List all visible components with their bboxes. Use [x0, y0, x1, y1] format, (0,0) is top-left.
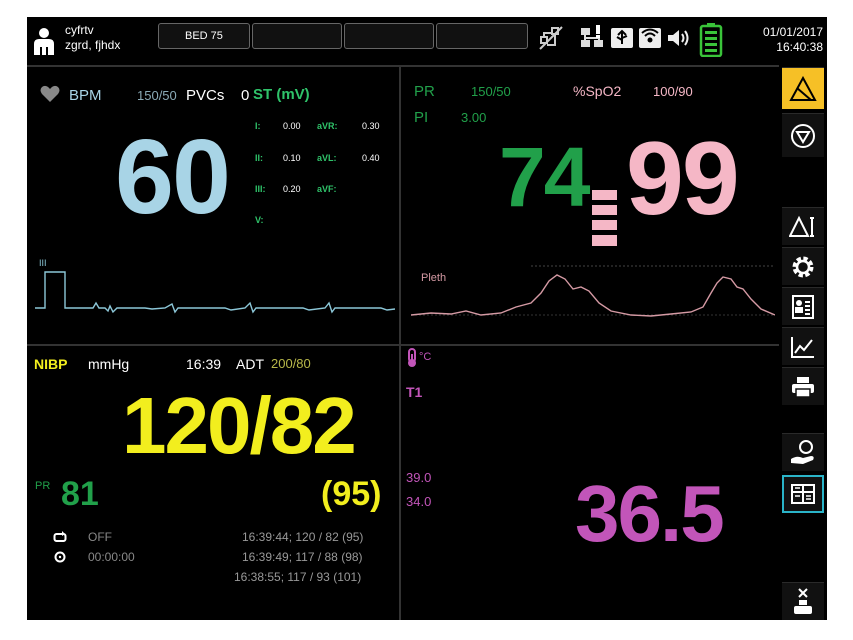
patient-name[interactable]: cyfrtv zgrd, fjhdx — [65, 23, 120, 53]
usb-icon — [611, 28, 633, 48]
battery-icon — [699, 23, 723, 57]
temp-lower-limit: 34.0 — [406, 494, 432, 509]
review-button[interactable] — [782, 433, 824, 471]
st-lead-iii: III: — [255, 184, 266, 194]
print-button[interactable] — [782, 367, 824, 405]
patient-info-button[interactable] — [782, 287, 824, 325]
standby-icon — [794, 587, 812, 614]
top-bar: cyfrtv zgrd, fjhdx BED 75 01/01/2017 16:… — [27, 17, 827, 65]
nibp-unit: mmHg — [88, 356, 130, 372]
trends-button[interactable] — [782, 327, 824, 365]
spo2-label: %SpO2 — [573, 83, 622, 99]
bed-tab-1[interactable]: BED 75 — [158, 23, 250, 49]
spo2-panel[interactable]: PR 150/50 %SpO2 100/90 PI 3.00 74 99 Ple… — [401, 67, 778, 344]
silence-icon — [791, 123, 815, 148]
alarm-setup-icon — [789, 215, 814, 237]
bpm-label: BPM — [69, 87, 102, 104]
nibp-time: 16:39 — [186, 356, 222, 372]
nibp-history-2: 16:39:49; 117 / 88 (98) — [242, 550, 363, 564]
perfusion-bar-icon — [592, 190, 617, 246]
cycle-icon — [53, 531, 67, 542]
network-alert-icon — [581, 25, 603, 47]
alarm-setup-button[interactable] — [782, 207, 824, 245]
st-value-ii: 0.10 — [283, 153, 301, 163]
settings-gear-icon — [792, 256, 814, 277]
review-hand-icon — [791, 439, 814, 464]
network-disconnected-icon — [539, 26, 563, 50]
hr-alarm-limits: 150/50 — [137, 88, 177, 103]
date-time: 01/01/2017 16:40:38 — [763, 25, 823, 55]
cycle-status: OFF — [88, 530, 112, 544]
st-header: ST (mV) — [253, 86, 310, 103]
st-value-avr: 0.30 — [362, 121, 380, 131]
time-text: 16:40:38 — [776, 40, 823, 54]
wireless-icon — [639, 28, 661, 48]
ecg-waveform — [35, 271, 395, 314]
st-value-avl: 0.40 — [362, 153, 380, 163]
timer-icon — [54, 551, 66, 563]
temp-upper-limit: 39.0 — [406, 470, 432, 485]
st-lead-avr: aVR: — [317, 121, 338, 131]
temperature-panel[interactable]: °C T1 39.0 34.0 36.5 — [401, 346, 778, 620]
st-lead-v: V: — [255, 215, 264, 225]
spo2-value: 99 — [626, 121, 740, 237]
alarm-button[interactable] — [782, 67, 824, 109]
nibp-history-1: 16:39:44; 120 / 82 (95) — [242, 530, 364, 544]
nibp-history-3: 16:38:55; 117 / 93 (101) — [234, 570, 362, 584]
st-lead-i: I: — [255, 121, 261, 131]
patient-info-icon — [792, 294, 814, 319]
alarm-bell-icon — [789, 75, 817, 101]
adt-label: ADT — [236, 356, 264, 372]
printer-icon — [792, 376, 814, 398]
pr-label: PR — [414, 83, 435, 100]
screen-layout-button[interactable] — [782, 475, 824, 513]
st-lead-avl: aVL: — [317, 153, 337, 163]
ecg-panel[interactable]: BPM 150/50 PVCs 0 ST (mV) 60 I: 0.00 aVR… — [27, 67, 399, 344]
st-lead-ii: II: — [255, 153, 263, 163]
date-text: 01/01/2017 — [762, 25, 823, 39]
pr-alarm-limits: 150/50 — [471, 84, 511, 99]
nibp-value: 120/82 — [122, 381, 357, 470]
st-value-i: 0.00 — [283, 121, 301, 131]
trends-chart-icon — [791, 336, 814, 358]
nibp-pr-value: 81 — [61, 475, 99, 513]
pi-value: 3.00 — [461, 110, 487, 125]
pulse-rate-value: 74 — [499, 130, 590, 224]
pvcs-value: 0 — [241, 87, 250, 104]
bed-tab-3[interactable] — [344, 23, 434, 49]
nibp-label: NIBP — [34, 356, 68, 372]
patient-name-line1: cyfrtv — [65, 23, 94, 37]
timer-value: 00:00:00 — [88, 550, 135, 564]
nibp-mean-value: (95) — [321, 475, 382, 513]
thermometer-icon — [408, 348, 416, 367]
monitor-screen: cyfrtv zgrd, fjhdx BED 75 01/01/2017 16:… — [27, 17, 827, 620]
standby-button[interactable] — [782, 582, 824, 620]
bed-tab-4[interactable] — [436, 23, 528, 49]
adt-value: 200/80 — [271, 356, 311, 371]
settings-button[interactable] — [782, 247, 824, 285]
nibp-pr-label: PR — [35, 480, 51, 492]
layout-screen-icon — [791, 484, 815, 504]
spo2-alarm-limits: 100/90 — [653, 84, 693, 99]
pleth-waveform — [411, 265, 775, 317]
sidebar — [780, 67, 827, 620]
bed-tab-2[interactable] — [252, 23, 342, 49]
heart-icon — [40, 85, 60, 102]
pvcs-label: PVCs — [186, 87, 225, 104]
patient-icon[interactable] — [33, 27, 55, 55]
pi-label: PI — [414, 109, 429, 126]
st-lead-avf: aVF: — [317, 184, 337, 194]
temp-unit: °C — [419, 351, 432, 363]
temp-channel: T1 — [406, 384, 423, 400]
heart-rate-value: 60 — [115, 118, 231, 236]
patient-name-line2: zgrd, fjhdx — [65, 38, 121, 52]
st-value-iii: 0.20 — [283, 184, 301, 194]
silence-button[interactable] — [782, 113, 824, 157]
temperature-value: 36.5 — [575, 469, 725, 558]
nibp-panel[interactable]: NIBP mmHg 16:39 ADT 200/80 120/82 PR 81 … — [27, 346, 399, 620]
volume-icon[interactable] — [665, 25, 691, 51]
